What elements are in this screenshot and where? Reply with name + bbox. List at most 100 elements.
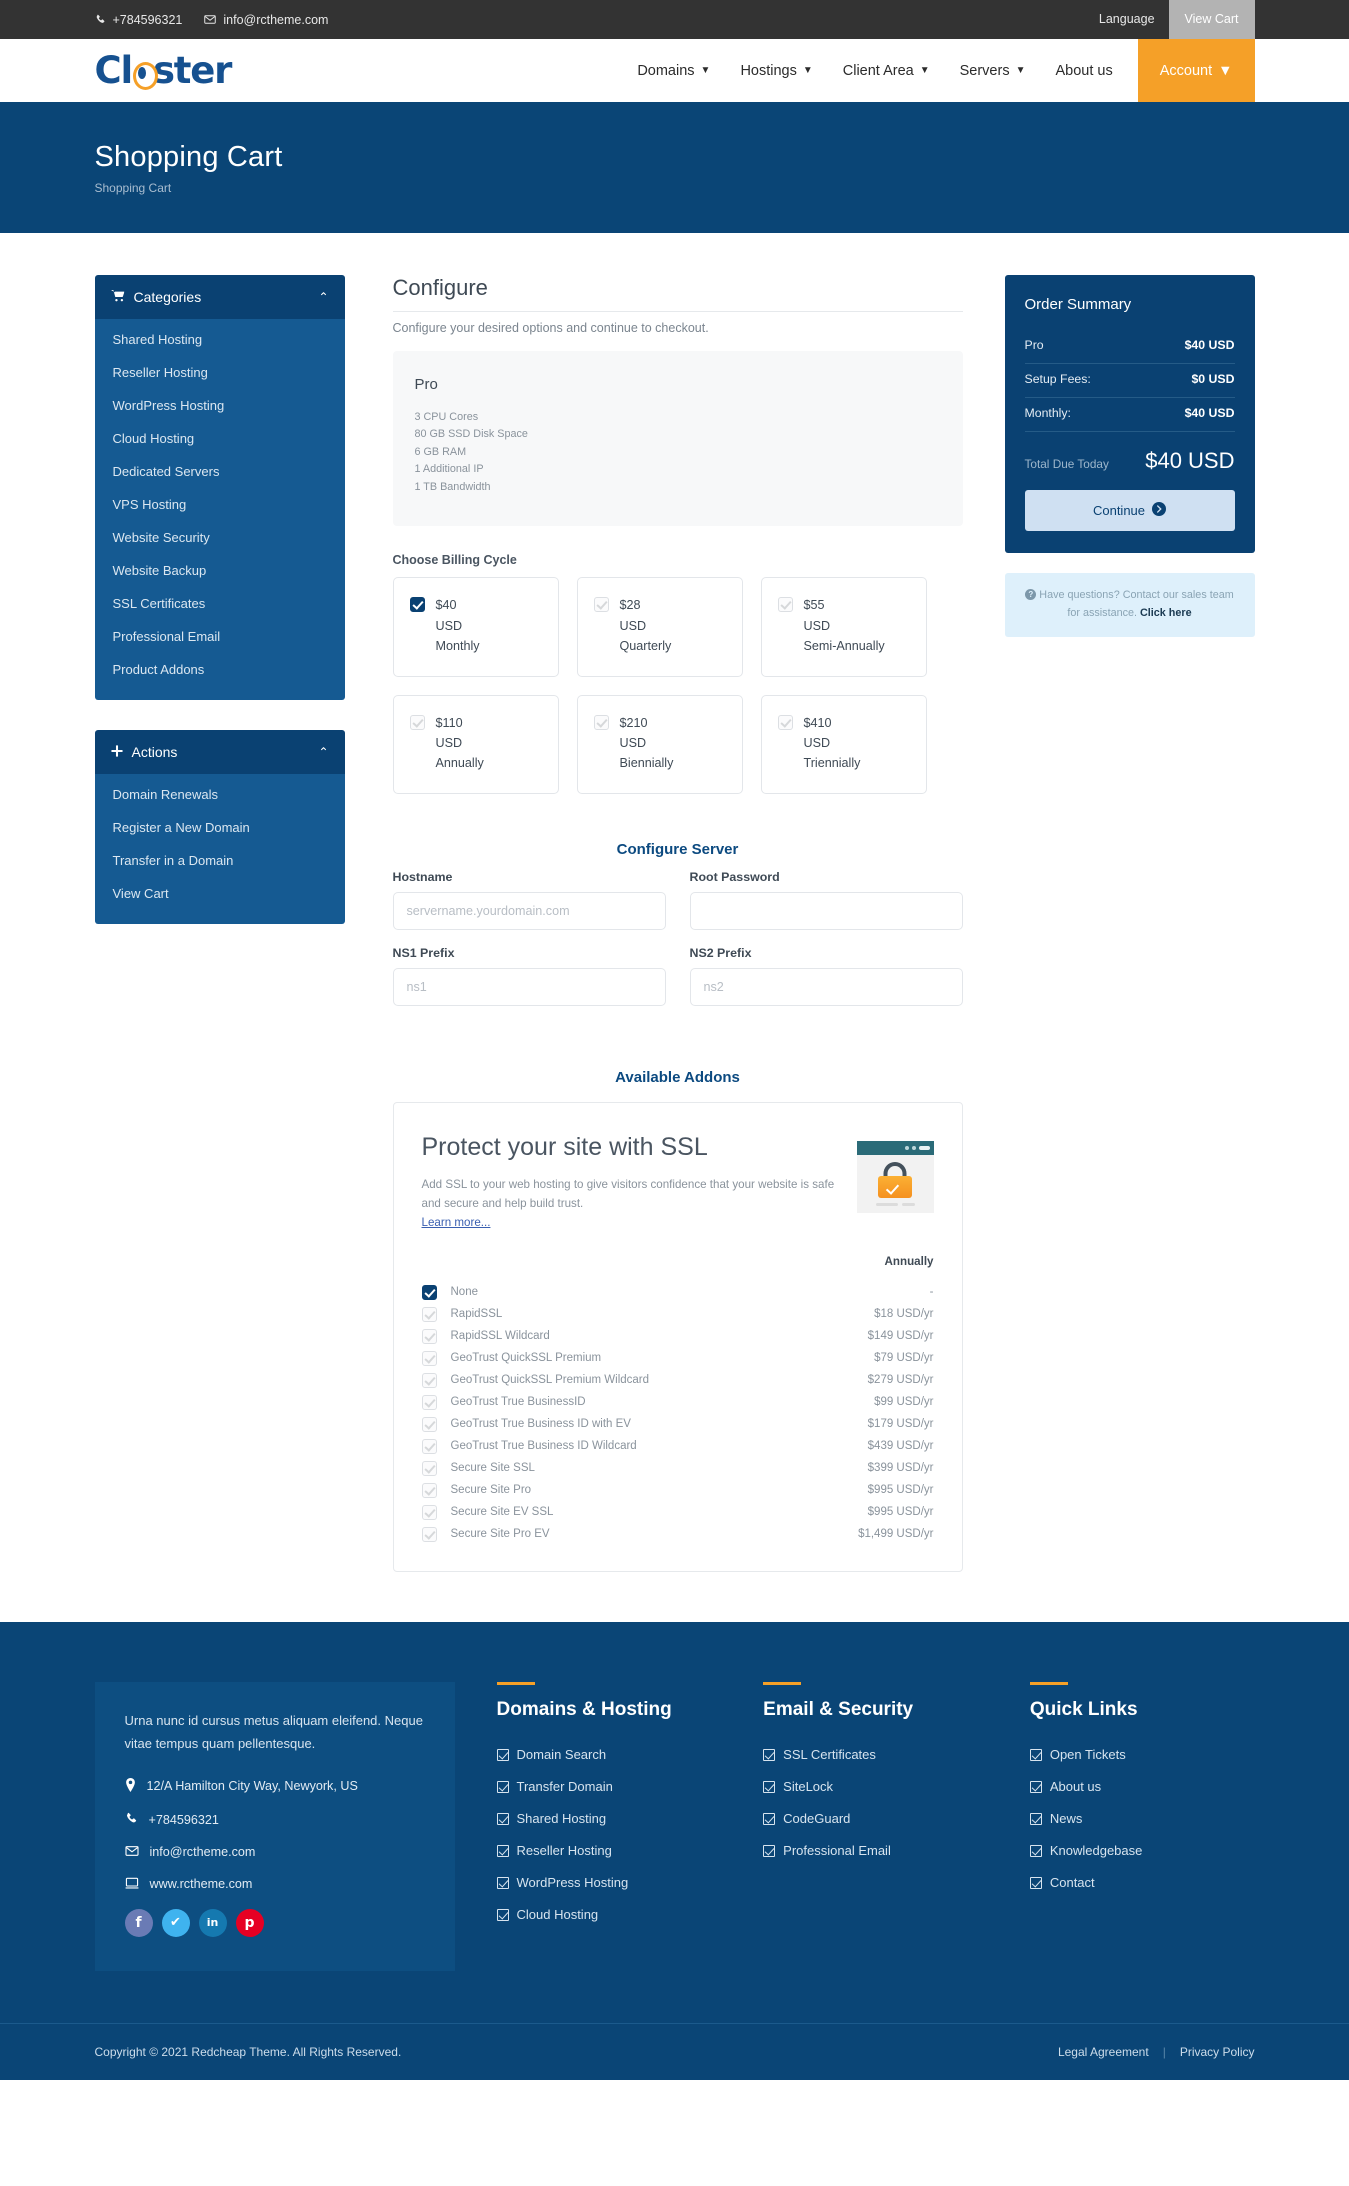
sidebar-item-product-addons[interactable]: Product Addons	[95, 653, 345, 686]
ssl-option-row[interactable]: RapidSSL $18 USD/yr	[421, 1303, 934, 1325]
nav-item-domains[interactable]: Domains ▼	[622, 39, 725, 102]
checkbox-triennially[interactable]	[777, 714, 793, 730]
billing-cycle-triennially[interactable]: $410 USD Triennially	[760, 694, 927, 794]
sidebar-item-reseller-hosting[interactable]: Reseller Hosting	[95, 356, 345, 389]
pinterest-icon[interactable]: p	[235, 1908, 264, 1937]
nav-item-hostings[interactable]: Hostings ▼	[725, 39, 827, 102]
checkbox-annually[interactable]	[409, 714, 425, 730]
checkbox-ssl-businessid-wildcard[interactable]	[421, 1438, 437, 1454]
checkbox-monthly[interactable]	[409, 597, 425, 613]
ssl-option-row[interactable]: Secure Site Pro EV $1,499 USD/yr	[421, 1523, 934, 1545]
checkbox-ssl-geotrust-quickssl[interactable]	[421, 1350, 437, 1366]
checkbox-biennially[interactable]	[593, 714, 609, 730]
root-password-input[interactable]	[689, 891, 963, 930]
chevron-up-icon[interactable]: ⌃	[318, 745, 328, 759]
twitter-icon[interactable]: ✔	[161, 1908, 190, 1937]
categories-panel-header[interactable]: Categories ⌃	[94, 275, 345, 319]
topbar-email[interactable]: info@rctheme.com	[204, 13, 328, 27]
help-link[interactable]: Click here	[1140, 607, 1192, 619]
ssl-option-row[interactable]: GeoTrust QuickSSL Premium $79 USD/yr	[421, 1347, 934, 1369]
chevron-down-icon: ▼	[802, 64, 813, 76]
ssl-option-row[interactable]: Secure Site EV SSL $995 USD/yr	[421, 1501, 934, 1523]
footer-link-wordpress-hosting[interactable]: WordPress Hosting	[496, 1875, 722, 1890]
sidebar-action-view-cart[interactable]: View Cart	[95, 877, 345, 910]
checkbox-ssl-rapidssl-wildcard[interactable]	[421, 1328, 437, 1344]
ssl-option-row[interactable]: GeoTrust True Business ID with EV $179 U…	[421, 1413, 934, 1435]
sidebar-item-wordpress-hosting[interactable]: WordPress Hosting	[95, 389, 345, 422]
checkbox-ssl-businessid-ev[interactable]	[421, 1416, 437, 1432]
checkbox-ssl-secure-site-ev[interactable]	[421, 1504, 437, 1520]
footer-link-contact[interactable]: Contact	[1029, 1875, 1255, 1890]
sidebar-item-vps-hosting[interactable]: VPS Hosting	[95, 488, 345, 521]
billing-cycle-semi-annually[interactable]: $55 USD Semi-Annually	[760, 577, 927, 677]
hostname-input[interactable]	[392, 891, 666, 930]
check-square-icon	[496, 1748, 509, 1761]
footer-email[interactable]: info@rctheme.com	[124, 1845, 425, 1860]
nav-item-account[interactable]: Account ▼	[1137, 39, 1255, 102]
footer-link-about-us[interactable]: About us	[1029, 1779, 1255, 1794]
continue-button[interactable]: Continue	[1024, 490, 1235, 531]
ssl-option-row[interactable]: Secure Site SSL $399 USD/yr	[421, 1457, 934, 1479]
topbar-phone[interactable]: +784596321	[95, 13, 182, 27]
footer-link-shared-hosting[interactable]: Shared Hosting	[496, 1811, 722, 1826]
footer-link-domain-search[interactable]: Domain Search	[496, 1747, 722, 1762]
language-selector[interactable]: Language	[1085, 0, 1169, 39]
billing-cycle-quarterly[interactable]: $28 USD Quarterly	[576, 577, 743, 677]
sidebar-action-domain-renewals[interactable]: Domain Renewals	[95, 778, 345, 811]
footer-phone[interactable]: +784596321	[125, 1812, 425, 1828]
footer-link-codeguard[interactable]: CodeGuard	[763, 1811, 988, 1826]
billing-cycle-biennially[interactable]: $210 USD Biennially	[576, 694, 743, 794]
footer-link-professional-email[interactable]: Professional Email	[763, 1843, 988, 1858]
sidebar-item-ssl-certificates[interactable]: SSL Certificates	[95, 587, 345, 620]
nav-item-client-area[interactable]: Client Area ▼	[828, 39, 945, 102]
checkbox-ssl-geotrust-quickssl-wildcard[interactable]	[421, 1372, 437, 1388]
ssl-option-row[interactable]: RapidSSL Wildcard $149 USD/yr	[421, 1325, 934, 1347]
checkbox-ssl-secure-site[interactable]	[421, 1460, 437, 1476]
footer-link-open-tickets[interactable]: Open Tickets	[1029, 1747, 1255, 1762]
billing-cycle-annually[interactable]: $110 USD Annually	[392, 694, 559, 794]
ns1-prefix-input[interactable]	[392, 967, 666, 1006]
footer-link-ssl-certificates[interactable]: SSL Certificates	[763, 1747, 988, 1762]
chevron-up-icon[interactable]: ⌃	[318, 290, 328, 304]
checkbox-ssl-secure-site-pro-ev[interactable]	[421, 1526, 437, 1542]
sidebar-item-website-security[interactable]: Website Security	[95, 521, 345, 554]
ssl-option-row[interactable]: GeoTrust True BusinessID $99 USD/yr	[421, 1391, 934, 1413]
sidebar-item-website-backup[interactable]: Website Backup	[95, 554, 345, 587]
footer-link-knowledgebase[interactable]: Knowledgebase	[1029, 1843, 1255, 1858]
ssl-learn-more-link[interactable]: Learn more...	[422, 1216, 491, 1229]
sidebar-action-transfer-domain[interactable]: Transfer in a Domain	[95, 844, 345, 877]
sidebar-item-professional-email[interactable]: Professional Email	[95, 620, 345, 653]
billing-cycle-monthly[interactable]: $40 USD Monthly	[392, 577, 559, 677]
sidebar-item-shared-hosting[interactable]: Shared Hosting	[95, 323, 345, 356]
privacy-policy-link[interactable]: Privacy Policy	[1180, 2045, 1255, 2059]
actions-panel-header[interactable]: Actions ⌃	[94, 730, 345, 774]
footer-link-sitelock[interactable]: SiteLock	[763, 1779, 988, 1794]
legal-agreement-link[interactable]: Legal Agreement	[1058, 2045, 1149, 2059]
ssl-option-row[interactable]: GeoTrust True Business ID Wildcard $439 …	[421, 1435, 934, 1457]
linkedin-icon[interactable]: in	[198, 1908, 227, 1937]
checkbox-quarterly[interactable]	[593, 597, 609, 613]
footer-link-transfer-domain[interactable]: Transfer Domain	[496, 1779, 722, 1794]
facebook-icon[interactable]: f	[124, 1908, 153, 1937]
checkbox-ssl-none[interactable]	[421, 1284, 437, 1300]
cycle-price: $28	[619, 598, 641, 613]
sidebar-item-dedicated-servers[interactable]: Dedicated Servers	[95, 455, 345, 488]
sidebar-action-register-domain[interactable]: Register a New Domain	[95, 811, 345, 844]
footer-link-cloud-hosting[interactable]: Cloud Hosting	[496, 1907, 722, 1922]
nav-item-about-us[interactable]: About us	[1040, 39, 1127, 102]
view-cart-button[interactable]: View Cart	[1168, 0, 1255, 39]
checkbox-ssl-secure-site-pro[interactable]	[421, 1482, 437, 1498]
sidebar-item-cloud-hosting[interactable]: Cloud Hosting	[95, 422, 345, 455]
ns2-prefix-input[interactable]	[689, 967, 963, 1006]
ssl-option-row[interactable]: GeoTrust QuickSSL Premium Wildcard $279 …	[421, 1369, 934, 1391]
ssl-option-row[interactable]: Secure Site Pro $995 USD/yr	[421, 1479, 934, 1501]
nav-item-servers[interactable]: Servers ▼	[945, 39, 1041, 102]
footer-link-news[interactable]: News	[1029, 1811, 1255, 1826]
site-logo[interactable]: Cl ster	[95, 49, 233, 92]
checkbox-ssl-geotrust-businessid[interactable]	[421, 1394, 437, 1410]
footer-link-reseller-hosting[interactable]: Reseller Hosting	[496, 1843, 722, 1858]
footer-website[interactable]: www.rctheme.com	[125, 1877, 425, 1892]
checkbox-ssl-rapidssl[interactable]	[421, 1306, 437, 1322]
ssl-option-row[interactable]: None -	[421, 1281, 934, 1303]
checkbox-semi-annually[interactable]	[777, 597, 793, 613]
